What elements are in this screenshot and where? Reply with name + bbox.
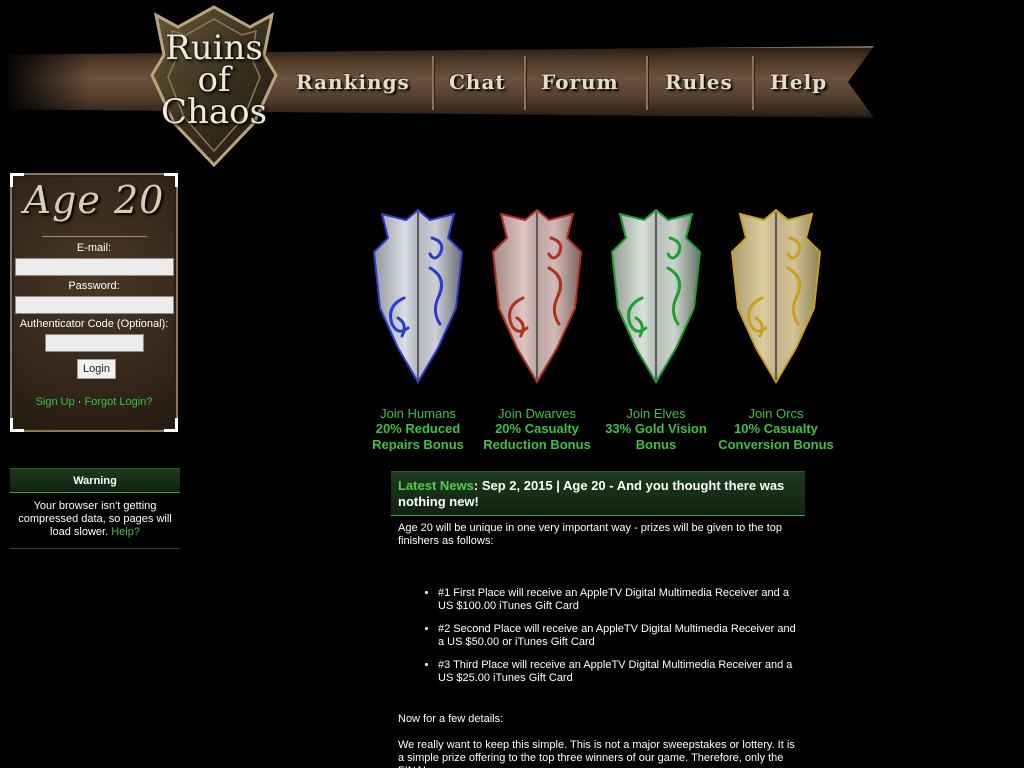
prize-list: #1 First Place will receive an AppleTV D…: [438, 587, 798, 685]
authenticator-field[interactable]: [45, 334, 144, 352]
site-logo[interactable]: Ruins of Chaos: [150, 5, 278, 167]
header-banner: [8, 46, 874, 118]
race-dwarves[interactable]: Join Dwarves 20% Casualty Reduction Bonu…: [472, 208, 602, 453]
race-orcs[interactable]: Join Orcs 10% Casualty Conversion Bonus: [711, 208, 841, 453]
race-bonus: Reduction Bonus: [483, 437, 591, 452]
prize-item: #1 First Place will receive an AppleTV D…: [438, 587, 798, 613]
race-bonus: Bonus: [635, 437, 677, 452]
details-heading: Now for a few details:: [398, 713, 504, 725]
nav-chat[interactable]: Chat: [449, 70, 506, 94]
join-humans-link[interactable]: Join Humans: [353, 406, 483, 421]
warning-title: Warning: [10, 468, 180, 493]
orcs-shield-icon: [730, 208, 822, 384]
email-field[interactable]: [15, 258, 174, 276]
nav-separator: [524, 56, 526, 110]
login-links: Sign Up · Forgot Login?: [12, 396, 176, 408]
join-elves-link[interactable]: Join Elves: [591, 406, 721, 421]
join-dwarves-link[interactable]: Join Dwarves: [472, 406, 602, 421]
age-title: Age 20: [23, 178, 165, 222]
link-separator: ·: [77, 396, 82, 408]
race-bonus: 33% Gold Vision: [605, 421, 707, 436]
warning-text: Your browser isn't getting compressed da…: [18, 500, 172, 538]
logo-word: Chaos: [160, 92, 268, 132]
password-label: Password:: [68, 280, 120, 292]
corner-ornament: [10, 418, 24, 432]
forgot-login-link[interactable]: Forgot Login?: [85, 396, 153, 408]
race-elves[interactable]: Join Elves 33% Gold Vision Bonus: [591, 208, 721, 453]
nav-rankings[interactable]: Rankings: [296, 70, 410, 94]
nav-separator: [752, 56, 754, 110]
warning-body: Your browser isn't getting compressed da…: [10, 493, 180, 549]
dwarves-shield-icon: [491, 208, 583, 384]
race-bonus: Repairs Bonus: [372, 437, 464, 452]
race-humans[interactable]: Join Humans 20% Reduced Repairs Bonus: [353, 208, 483, 453]
divider: [42, 236, 147, 237]
logo-text: Ruins of Chaos: [150, 31, 278, 132]
details-text: We really want to keep this simple. This…: [398, 739, 795, 768]
signup-link[interactable]: Sign Up: [36, 396, 75, 408]
nav-separator: [432, 56, 434, 110]
news-panel: Latest News: Sep 2, 2015 | Age 20 - And …: [391, 471, 805, 768]
nav-separator: [646, 56, 648, 110]
header-banner-fade: [0, 46, 90, 118]
news-body: Age 20 will be unique in one very import…: [391, 516, 805, 768]
news-header: Latest News: Sep 2, 2015 | Age 20 - And …: [391, 471, 805, 516]
race-bonus: 20% Reduced: [375, 421, 461, 436]
humans-shield-icon: [372, 208, 464, 384]
race-bonus: Conversion Bonus: [718, 437, 834, 452]
prize-item: #3 Third Place will receive an AppleTV D…: [438, 659, 798, 685]
nav-forum[interactable]: Forum: [541, 70, 619, 94]
nav-rules[interactable]: Rules: [665, 70, 733, 94]
email-label: E-mail:: [76, 242, 112, 254]
race-bonus: 20% Casualty: [495, 421, 579, 436]
race-bonus: 10% Casualty: [734, 421, 818, 436]
elves-shield-icon: [610, 208, 702, 384]
join-orcs-link[interactable]: Join Orcs: [711, 406, 841, 421]
authenticator-label: Authenticator Code (Optional):: [19, 318, 169, 330]
news-lead: Latest News: [398, 478, 474, 493]
prize-item: #2 Second Place will receive an AppleTV …: [438, 623, 798, 649]
login-panel: Age 20 E-mail: Password: Authenticator C…: [10, 173, 178, 432]
nav-help[interactable]: Help: [770, 70, 827, 94]
password-field[interactable]: [15, 296, 174, 314]
warning-box: Warning Your browser isn't getting compr…: [10, 468, 180, 549]
corner-ornament: [164, 418, 178, 432]
warning-help-link[interactable]: Help?: [111, 526, 140, 538]
login-button[interactable]: Login: [77, 359, 116, 379]
news-intro: Age 20 will be unique in one very import…: [398, 522, 782, 547]
